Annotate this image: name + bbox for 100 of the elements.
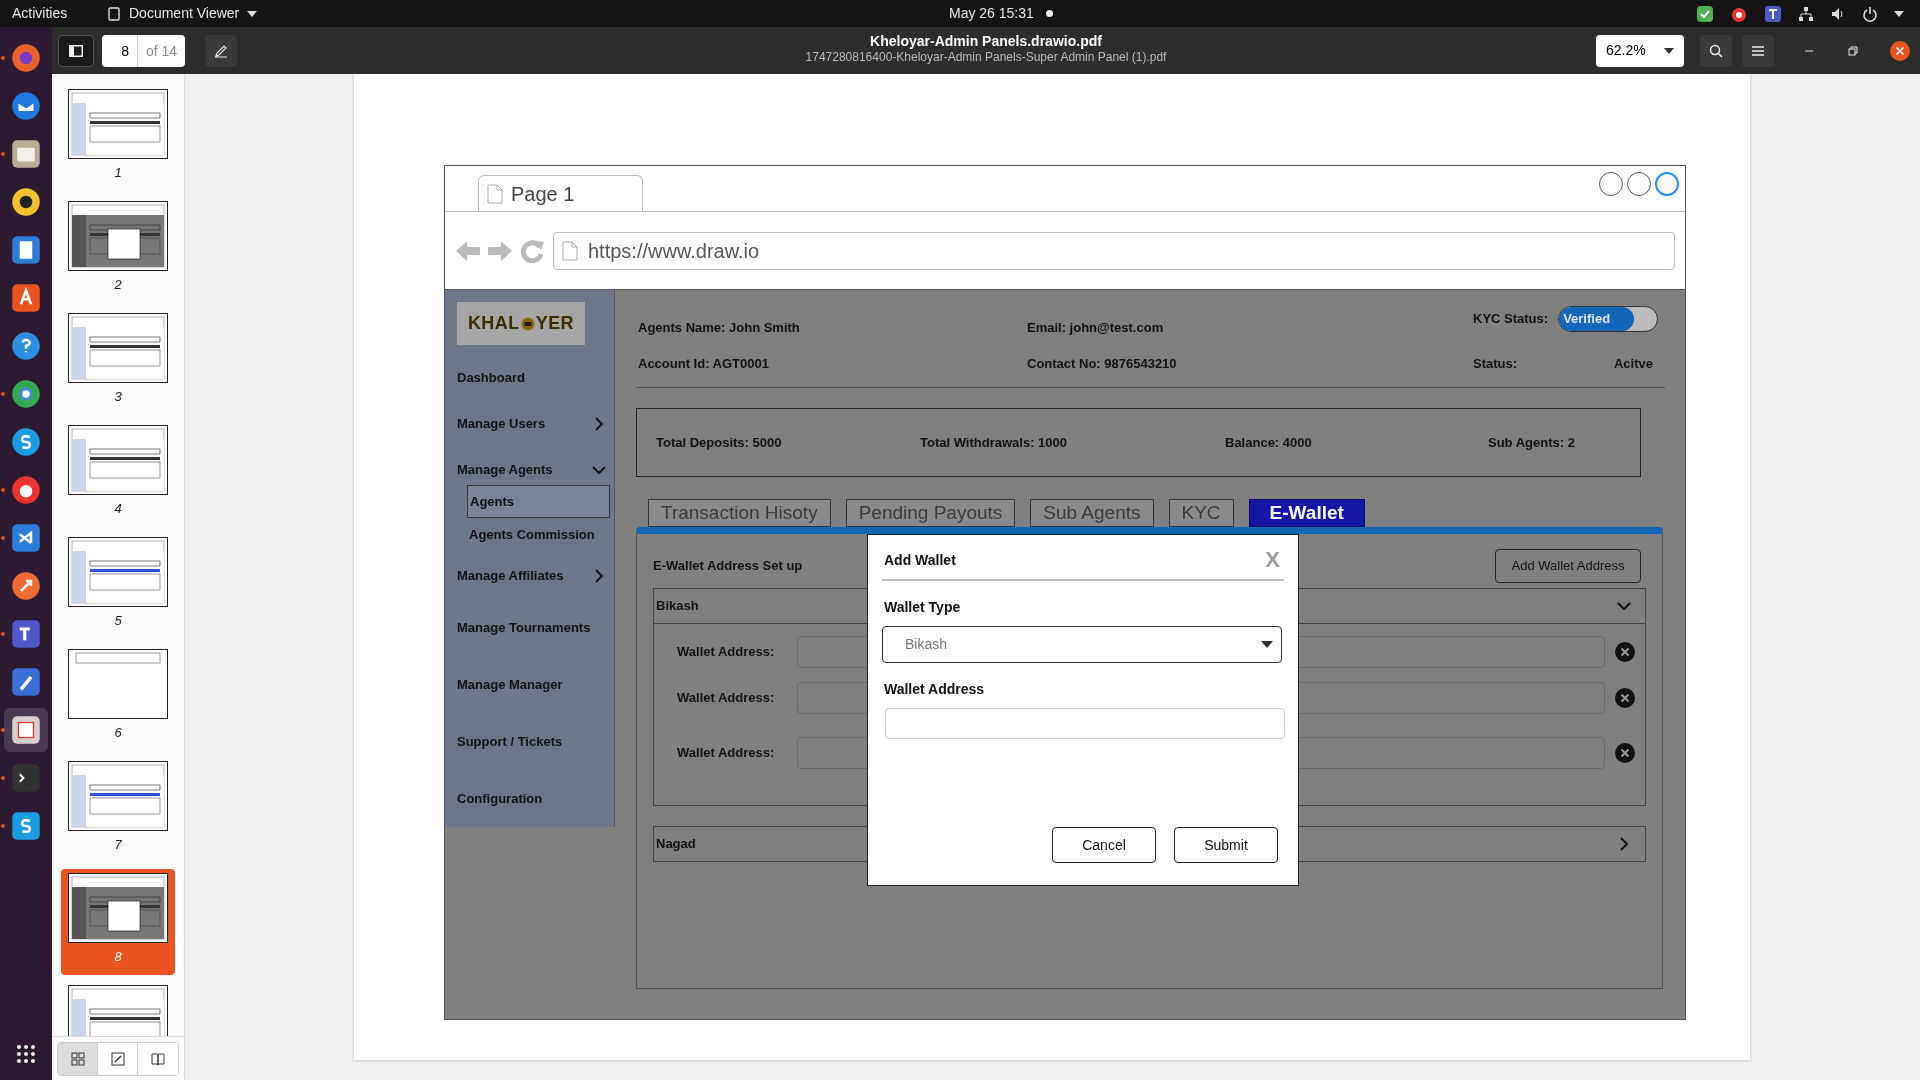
contact-number: Contact No: 9876543210	[1027, 354, 1178, 373]
help-icon[interactable]	[11, 331, 41, 361]
page-thumbnail[interactable]: 3	[61, 309, 175, 415]
summary-stat: Total Withdrawals: 1000	[920, 433, 1068, 452]
sidebar-toggle-button[interactable]	[58, 34, 94, 67]
kyc-toggle[interactable]: Verified	[1558, 306, 1659, 332]
page-icon	[562, 240, 578, 261]
annotate-button[interactable]	[205, 34, 238, 67]
summary-stat: Balance: 4000	[1225, 433, 1313, 452]
page-thumbnail[interactable]: 6	[61, 645, 175, 751]
running-indicator	[1, 488, 5, 492]
bookmarks-button[interactable]	[138, 1042, 178, 1075]
page-number: 5	[114, 612, 122, 630]
document-viewer-icon[interactable]	[11, 715, 41, 745]
page-thumbnail[interactable]: 1	[61, 85, 175, 191]
remove-icon[interactable]	[1615, 743, 1635, 763]
nav-item[interactable]: Manage Manager	[457, 674, 563, 695]
running-indicator	[1, 776, 5, 780]
chat-icon[interactable]	[11, 427, 41, 457]
nav-item[interactable]: Manage Tournaments	[457, 617, 591, 638]
nav-subitem[interactable]: Agents	[467, 485, 610, 518]
menu-button[interactable]	[1742, 34, 1774, 67]
page-number: 8	[114, 948, 122, 966]
app-grid-icon[interactable]	[16, 1044, 36, 1064]
nav-item[interactable]: Manage Affiliates	[457, 566, 564, 586]
chevron-icon[interactable]	[592, 463, 606, 477]
tab[interactable]: Transaction Hisoty	[648, 499, 831, 527]
pencil-icon[interactable]	[11, 667, 41, 697]
field-label: Wallet Address	[883, 680, 986, 699]
code-editor-icon[interactable]	[11, 523, 41, 553]
caret-icon[interactable]	[1894, 10, 1904, 17]
mail-icon[interactable]	[11, 91, 41, 121]
page-thumbnail[interactable]: 2	[61, 197, 175, 303]
running-indicator	[1, 152, 5, 156]
wallet-address-input[interactable]	[885, 708, 1285, 739]
tab[interactable]: E-Wallet	[1248, 499, 1365, 527]
dock-item[interactable]	[4, 708, 48, 752]
remove-icon[interactable]	[1615, 642, 1635, 662]
restore-icon[interactable]	[1848, 45, 1858, 56]
close-button[interactable]: X	[1265, 549, 1284, 571]
search-button[interactable]	[1700, 34, 1732, 67]
chevron-icon[interactable]	[592, 569, 606, 583]
book-icon	[151, 1051, 165, 1066]
app-menu[interactable]: Document Viewer	[129, 3, 240, 24]
running-indicator	[1, 728, 5, 732]
terminal-icon[interactable]	[11, 763, 41, 793]
grid-icon	[70, 1051, 85, 1066]
kyc-label: KYC Status:	[1473, 310, 1549, 329]
folder-icon[interactable]	[11, 139, 41, 169]
field-label: Wallet Type	[883, 598, 962, 617]
menu-icon	[1752, 45, 1764, 56]
speaker-icon[interactable]	[11, 187, 41, 217]
status-label: Status:	[1473, 354, 1518, 373]
nav-item[interactable]: Configuration	[457, 788, 543, 809]
browser-icon[interactable]	[11, 379, 41, 409]
chevron-icon[interactable]	[1617, 837, 1631, 851]
nav-item[interactable]: Support / Tickets	[457, 731, 563, 752]
page-number-field[interactable]: 8	[102, 34, 138, 67]
remove-icon[interactable]	[1615, 688, 1635, 708]
page-thumbnail[interactable]: 7	[61, 757, 175, 863]
field-label: Wallet Address:	[677, 689, 776, 708]
page-thumbnail[interactable]: 8	[61, 869, 175, 975]
field-label: Wallet Address:	[677, 643, 776, 662]
clock[interactable]: May 26 15:31	[949, 3, 1034, 24]
nav-item[interactable]: Dashboard	[457, 368, 525, 388]
tab[interactable]: Pending Payouts	[845, 499, 1016, 527]
search-icon	[1709, 43, 1723, 58]
page-thumbnail[interactable]: 4	[61, 421, 175, 527]
submit-button[interactable]: Submit	[1174, 827, 1278, 863]
window-control	[1655, 172, 1679, 196]
chat-icon[interactable]	[11, 811, 41, 841]
activities-button[interactable]: Activities	[12, 3, 107, 24]
zoom-dropdown[interactable]: 62.2%	[1596, 34, 1684, 67]
caret-icon	[1664, 47, 1674, 54]
page-number: 3	[114, 388, 122, 406]
address-bar[interactable]: https://www.draw.io	[553, 231, 1675, 270]
nav-subitem[interactable]: Agents Commission	[467, 518, 610, 551]
cancel-button[interactable]: Cancel	[1052, 827, 1156, 863]
tab[interactable]: KYC	[1168, 499, 1234, 527]
chevron-icon[interactable]	[1617, 599, 1631, 613]
page-number: 1	[114, 164, 122, 182]
document-icon	[107, 6, 121, 21]
add-wallet-button[interactable]: Add Wallet Address	[1495, 549, 1641, 583]
power-icon[interactable]	[1862, 5, 1878, 22]
thumbnails-button[interactable]	[58, 1042, 98, 1075]
document-title: Kheloyar-Admin Panels.drawio.pdf	[870, 32, 1102, 50]
document-icon[interactable]	[11, 235, 41, 265]
chevron-icon[interactable]	[592, 417, 606, 431]
network-icon[interactable]	[1798, 5, 1814, 22]
wallet-type-select[interactable]: Bikash	[882, 626, 1282, 663]
browser-tab[interactable]: Page 1	[478, 175, 643, 211]
tab[interactable]: Sub Agents	[1030, 499, 1154, 527]
nav-item[interactable]: Manage Agents	[457, 460, 553, 480]
nav-item[interactable]: Manage Users	[457, 414, 546, 434]
annotations-button[interactable]	[98, 1042, 138, 1075]
agent-name: Agents Name: John Smith	[638, 319, 801, 337]
close-icon[interactable]	[1890, 40, 1910, 61]
caret-icon	[1261, 641, 1273, 648]
page-thumbnail[interactable]: 5	[61, 533, 175, 639]
page-icon	[487, 183, 503, 204]
